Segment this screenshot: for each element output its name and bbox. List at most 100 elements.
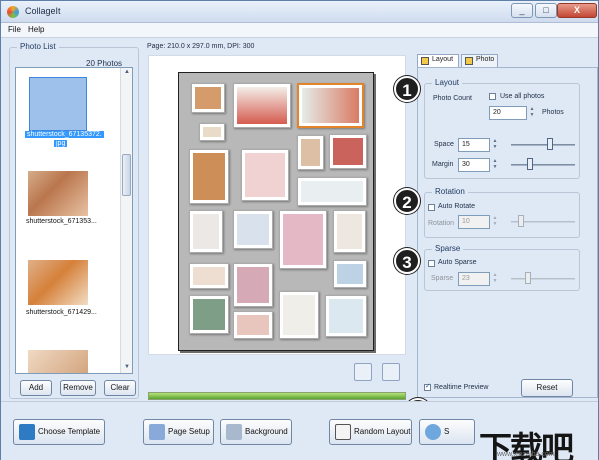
scroll-down-arrow-icon[interactable]: ▼ — [123, 364, 131, 372]
photo-list[interactable]: shutterstock_67135372. jpg shutterstock_… — [15, 67, 133, 374]
scroll-thumb[interactable] — [122, 154, 131, 196]
sparse-label: Sparse — [431, 275, 454, 282]
rotation-input[interactable]: 10 — [458, 215, 490, 229]
scroll-up-arrow-icon[interactable]: ▲ — [123, 69, 131, 77]
sparse-slider-track[interactable] — [511, 278, 575, 280]
auto-sparse-label: Auto Sparse — [438, 259, 477, 266]
photo-list-title: Photo List — [17, 42, 59, 51]
auto-rotate-checkbox[interactable] — [428, 204, 435, 211]
use-all-photos-label: Use all photos — [500, 93, 545, 100]
progress-bar — [148, 392, 406, 400]
rotation-slider-knob[interactable] — [518, 215, 524, 227]
collage-photo[interactable] — [279, 210, 327, 269]
space-slider-knob[interactable] — [547, 138, 553, 150]
tab-photo[interactable]: Photo — [461, 54, 498, 67]
add-button[interactable]: Add — [20, 380, 52, 396]
random-layout-button[interactable]: Random Layout — [329, 419, 412, 445]
background-button[interactable]: Background — [220, 419, 292, 445]
watermark-url: www.xiazaiba.com — [497, 451, 555, 458]
clear-button[interactable]: Clear — [104, 380, 136, 396]
photo-count-spinner[interactable]: ▲ ▼ — [528, 106, 536, 120]
fit-to-window-icon[interactable] — [382, 363, 400, 381]
window-title: CollageIt — [25, 6, 61, 16]
margin-slider-knob[interactable] — [527, 158, 533, 170]
step-badge-3: 3 — [394, 248, 420, 274]
photo-count-input[interactable]: 20 — [489, 106, 527, 120]
photo-label[interactable]: shutterstock_671429... — [26, 309, 97, 316]
rotation-label: Rotation — [428, 220, 455, 227]
dice-icon — [335, 424, 351, 440]
margin-label: Margin — [432, 161, 454, 168]
collage-photo[interactable] — [189, 149, 229, 204]
menu-file[interactable]: File — [8, 25, 21, 34]
space-slider-track[interactable] — [511, 144, 575, 146]
selected-photo-label[interactable]: shutterstock_67135372. — [25, 131, 104, 138]
collage-photo[interactable] — [297, 177, 367, 206]
tab-layout[interactable]: Layout — [417, 54, 459, 67]
sparse-slider-knob[interactable] — [525, 272, 531, 284]
restore-button[interactable]: □ — [535, 3, 557, 18]
collage-photo[interactable] — [189, 210, 223, 253]
sparse-spinner[interactable]: ▲ ▼ — [491, 272, 499, 286]
background-icon — [226, 424, 242, 440]
rotation-group-title: Rotation — [432, 187, 468, 196]
photo-list-scrollbar[interactable]: ▲ ▼ — [120, 68, 132, 373]
menu-help[interactable]: Help — [28, 25, 44, 34]
sparse-group-title: Sparse — [432, 244, 464, 253]
collage-photo[interactable] — [233, 263, 273, 307]
selected-thumbnail[interactable] — [29, 77, 87, 131]
photo-thumbnail[interactable] — [28, 350, 88, 373]
menu-bar: File Help — [1, 23, 598, 38]
photos-unit-label: Photos — [542, 109, 564, 116]
rotation-spinner[interactable]: ▲ ▼ — [491, 215, 499, 229]
margin-spinner[interactable]: ▲ ▼ — [491, 158, 499, 172]
collage-photo[interactable] — [333, 260, 367, 288]
collage-photo-highlighted[interactable] — [297, 83, 364, 128]
choose-template-button[interactable]: Choose Template — [13, 419, 105, 445]
space-input[interactable]: 15 — [458, 138, 490, 152]
layout-group-title: Layout — [432, 78, 463, 87]
auto-sparse-checkbox[interactable] — [428, 260, 435, 267]
sparse-input[interactable]: 23 — [458, 272, 490, 286]
page-setup-icon — [149, 424, 165, 440]
remove-button[interactable]: Remove — [60, 380, 96, 396]
collage-photo[interactable] — [191, 83, 225, 113]
collageit-window: CollageIt _ □ X File Help Photo List 20 … — [0, 0, 599, 460]
collage-photo[interactable] — [325, 295, 367, 337]
collage-photo[interactable] — [199, 123, 225, 141]
page-setup-button[interactable]: Page Setup — [143, 419, 214, 445]
collage-photo[interactable] — [233, 311, 273, 339]
close-button[interactable]: X — [557, 3, 597, 18]
collage-photo[interactable] — [233, 83, 291, 128]
photo-thumbnail[interactable] — [28, 171, 88, 216]
realtime-preview-checkbox[interactable] — [424, 382, 431, 391]
refresh-icon — [425, 424, 441, 440]
photo-thumbnail[interactable] — [28, 260, 88, 305]
photo-label[interactable]: shutterstock_671353... — [26, 218, 97, 225]
page-info: Page: 210.0 x 297.0 mm, DPI: 300 — [147, 43, 255, 50]
partially-visible-button[interactable]: S — [419, 419, 475, 445]
collage-canvas[interactable] — [178, 72, 374, 351]
crop-icon[interactable] — [354, 363, 372, 381]
photo-tab-icon — [465, 57, 473, 65]
collage-photo[interactable] — [279, 291, 319, 339]
collageit-logo-icon — [7, 6, 19, 18]
minimize-button[interactable]: _ — [511, 3, 533, 18]
margin-input[interactable]: 30 — [458, 158, 490, 172]
collage-photo[interactable] — [189, 263, 229, 289]
collage-photo[interactable] — [333, 210, 366, 253]
photo-count-label: Photo Count — [433, 95, 472, 102]
space-spinner[interactable]: ▲ ▼ — [491, 138, 499, 152]
collage-photo[interactable] — [233, 210, 273, 249]
margin-slider-track[interactable] — [511, 164, 575, 166]
layout-tab-icon — [421, 57, 429, 65]
use-all-photos-checkbox[interactable] — [489, 93, 496, 100]
collage-preview-panel — [148, 55, 406, 355]
collage-photo[interactable] — [329, 134, 367, 169]
space-label: Space — [434, 141, 454, 148]
collage-photo[interactable] — [297, 135, 324, 170]
reset-button[interactable]: Reset — [521, 379, 573, 397]
collage-photo[interactable] — [189, 295, 229, 334]
selected-photo-extension[interactable]: jpg — [54, 140, 68, 147]
collage-photo[interactable] — [241, 149, 289, 201]
